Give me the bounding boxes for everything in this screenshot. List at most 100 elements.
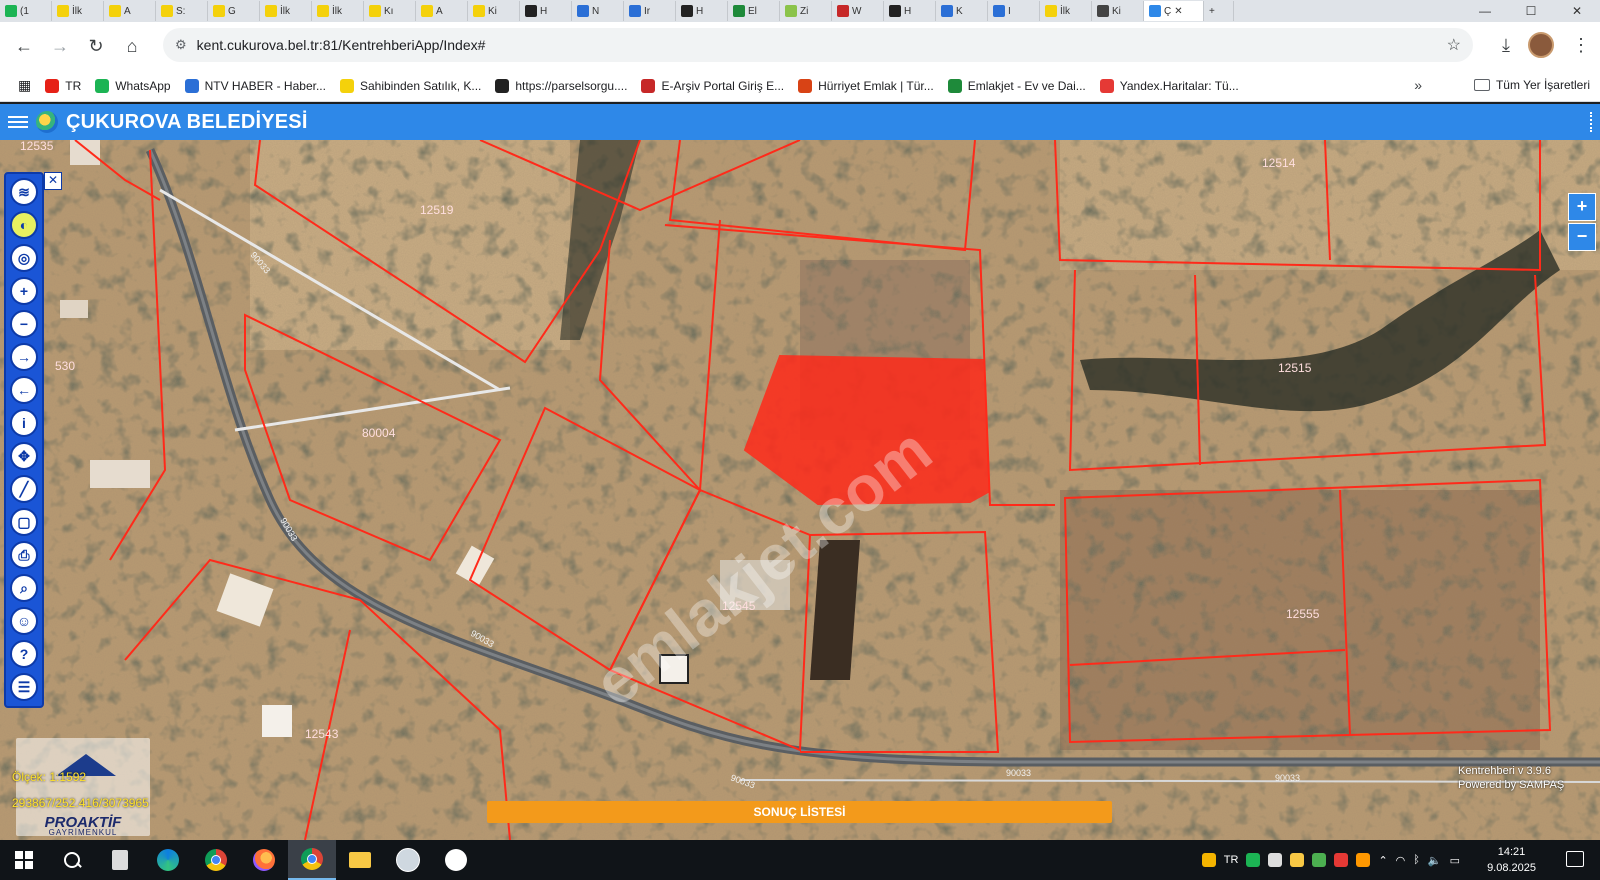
hamburger-menu-icon[interactable] xyxy=(8,116,28,128)
tab-active[interactable]: Ç ✕ xyxy=(1144,1,1204,21)
bookmark-item[interactable]: Emlakjet - Ev ve Dai... xyxy=(947,78,1086,93)
tray-lang[interactable]: TR xyxy=(1224,854,1239,866)
bookmark-item[interactable]: E-Arşiv Portal Giriş E... xyxy=(641,78,784,93)
notification-center-icon[interactable] xyxy=(1566,851,1584,867)
browser-tab[interactable]: H xyxy=(520,1,572,21)
measure-line-icon[interactable]: ╱ xyxy=(10,475,38,503)
browser-tab[interactable]: A xyxy=(104,1,156,21)
bookmark-favicon xyxy=(947,78,962,93)
taskbar-clock[interactable]: 14:21 9.08.2025 xyxy=(1487,844,1536,876)
forward-button[interactable]: → xyxy=(42,36,78,57)
close-window-button[interactable]: ✕ xyxy=(1554,0,1600,22)
list-icon[interactable]: ☰ xyxy=(10,673,38,701)
pan-icon[interactable]: ✥ xyxy=(10,442,38,470)
edge-app[interactable] xyxy=(144,840,192,880)
tab-close-icon[interactable]: ✕ xyxy=(1174,6,1182,17)
browser-tab[interactable]: (1 xyxy=(0,1,52,21)
battery-icon[interactable]: ▭ xyxy=(1450,854,1460,867)
maximize-button[interactable]: ☐ xyxy=(1508,0,1554,22)
wifi-icon[interactable]: ◠ xyxy=(1396,854,1406,867)
firefox-app[interactable] xyxy=(240,840,288,880)
tray-app-icon[interactable] xyxy=(1356,853,1371,867)
browser-tab[interactable]: İlk xyxy=(312,1,364,21)
apps-grid-icon[interactable]: ▦ xyxy=(18,77,31,94)
layers-icon[interactable]: ≋ xyxy=(10,178,38,206)
tray-app-icon[interactable] xyxy=(1312,853,1327,867)
search-parcel-icon[interactable]: ⌕ xyxy=(10,574,38,602)
new-tab-button[interactable]: + xyxy=(1204,1,1234,21)
file-explorer-app[interactable] xyxy=(336,840,384,880)
browser-tab[interactable]: İlk xyxy=(1040,1,1092,21)
browser-tab[interactable]: N xyxy=(572,1,624,21)
browser-tab[interactable]: H xyxy=(676,1,728,21)
bookmark-star-icon[interactable]: ☆ xyxy=(1447,35,1461,55)
tab-favicon xyxy=(421,5,433,17)
tray-app-icon[interactable] xyxy=(1268,853,1283,867)
browser-tab[interactable]: Zi xyxy=(780,1,832,21)
bookmark-item[interactable]: TR xyxy=(45,78,81,93)
bird-app[interactable] xyxy=(432,840,480,880)
zoom-out-icon[interactable]: − xyxy=(10,310,38,338)
bookmark-item[interactable]: NTV HABER - Haber... xyxy=(184,78,326,93)
bookmark-item[interactable]: Yandex.Haritalar: Tü... xyxy=(1099,78,1239,93)
arrow-left-icon[interactable]: ← xyxy=(10,376,38,404)
browser-tab[interactable]: Kı xyxy=(364,1,416,21)
browser-tab[interactable]: Ir xyxy=(624,1,676,21)
home-icon[interactable]: ⌂ xyxy=(114,36,150,57)
bookmarks-overflow-icon[interactable]: » xyxy=(1414,77,1422,93)
start-button[interactable] xyxy=(0,840,48,880)
browser-tab[interactable]: İlk xyxy=(260,1,312,21)
minimize-button[interactable]: — xyxy=(1462,0,1508,22)
bluetooth-icon[interactable]: ᛒ xyxy=(1413,854,1420,866)
all-bookmarks-button[interactable]: Tüm Yer İşaretleri xyxy=(1473,78,1590,92)
globe-app[interactable] xyxy=(384,840,432,880)
browser-tab[interactable]: Ki xyxy=(468,1,520,21)
zoom-out-button[interactable]: − xyxy=(1568,223,1596,251)
menu-kebab-icon[interactable]: ⋮ xyxy=(1572,35,1590,56)
browser-tab[interactable]: İlk xyxy=(52,1,104,21)
address-bar-url[interactable]: kent.cukurova.bel.tr:81/KentrehberiApp/I… xyxy=(197,37,1447,53)
address-bar[interactable]: ⚙ kent.cukurova.bel.tr:81/KentrehberiApp… xyxy=(163,28,1473,62)
bookmark-item[interactable]: Hürriyet Emlak | Tür... xyxy=(798,78,934,93)
bookmark-item[interactable]: WhatsApp xyxy=(95,78,171,93)
zoom-in-button[interactable]: + xyxy=(1568,193,1596,221)
browser-tab[interactable]: K xyxy=(936,1,988,21)
tool-panel-close-icon[interactable]: ✕ xyxy=(44,172,62,190)
site-info-icon[interactable]: ⚙ xyxy=(175,37,187,53)
map-select-icon[interactable]: ◐ xyxy=(10,211,38,239)
browser-tab[interactable]: W xyxy=(832,1,884,21)
measure-area-icon[interactable]: ▢ xyxy=(10,508,38,536)
search-button[interactable] xyxy=(48,840,96,880)
calculator-app[interactable] xyxy=(96,840,144,880)
browser-tab[interactable]: G xyxy=(208,1,260,21)
chevron-up-icon[interactable]: ⌃ xyxy=(1378,854,1387,867)
zoom-in-icon[interactable]: + xyxy=(10,277,38,305)
volume-icon[interactable]: 🔈 xyxy=(1428,854,1442,867)
globe-icon[interactable]: ◎ xyxy=(10,244,38,272)
arrow-right-icon[interactable]: → xyxy=(10,343,38,371)
tray-app-icon[interactable] xyxy=(1290,853,1305,867)
back-button[interactable]: ← xyxy=(6,36,42,57)
chrome-app-active[interactable] xyxy=(288,840,336,880)
help-icon[interactable]: ? xyxy=(10,640,38,668)
browser-tab[interactable]: A xyxy=(416,1,468,21)
tray-app-icon[interactable] xyxy=(1334,853,1349,867)
bookmark-item[interactable]: https://parselsorgu.... xyxy=(495,78,627,93)
print-icon[interactable]: ⎙ xyxy=(10,541,38,569)
chrome-app[interactable] xyxy=(192,840,240,880)
reload-button[interactable]: ↻ xyxy=(78,36,114,57)
browser-tab[interactable]: El xyxy=(728,1,780,21)
tray-app-icon[interactable] xyxy=(1201,853,1216,867)
user-icon[interactable]: ☺ xyxy=(10,607,38,635)
browser-tab[interactable]: I xyxy=(988,1,1040,21)
profile-avatar[interactable] xyxy=(1528,32,1554,58)
tray-app-icon[interactable] xyxy=(1246,853,1261,867)
browser-tab[interactable]: H xyxy=(884,1,936,21)
browser-tab[interactable]: S: xyxy=(156,1,208,21)
result-list-button[interactable]: SONUÇ LİSTESİ xyxy=(487,801,1112,823)
browser-tab[interactable]: Ki xyxy=(1092,1,1144,21)
info-icon[interactable]: i xyxy=(10,409,38,437)
download-icon[interactable]: ⤓ xyxy=(1502,35,1510,56)
map-canvas[interactable]: 12519 12514 12515 80004 12545 12555 1254… xyxy=(0,140,1600,840)
bookmark-item[interactable]: Sahibinden Satılık, K... xyxy=(339,78,481,93)
